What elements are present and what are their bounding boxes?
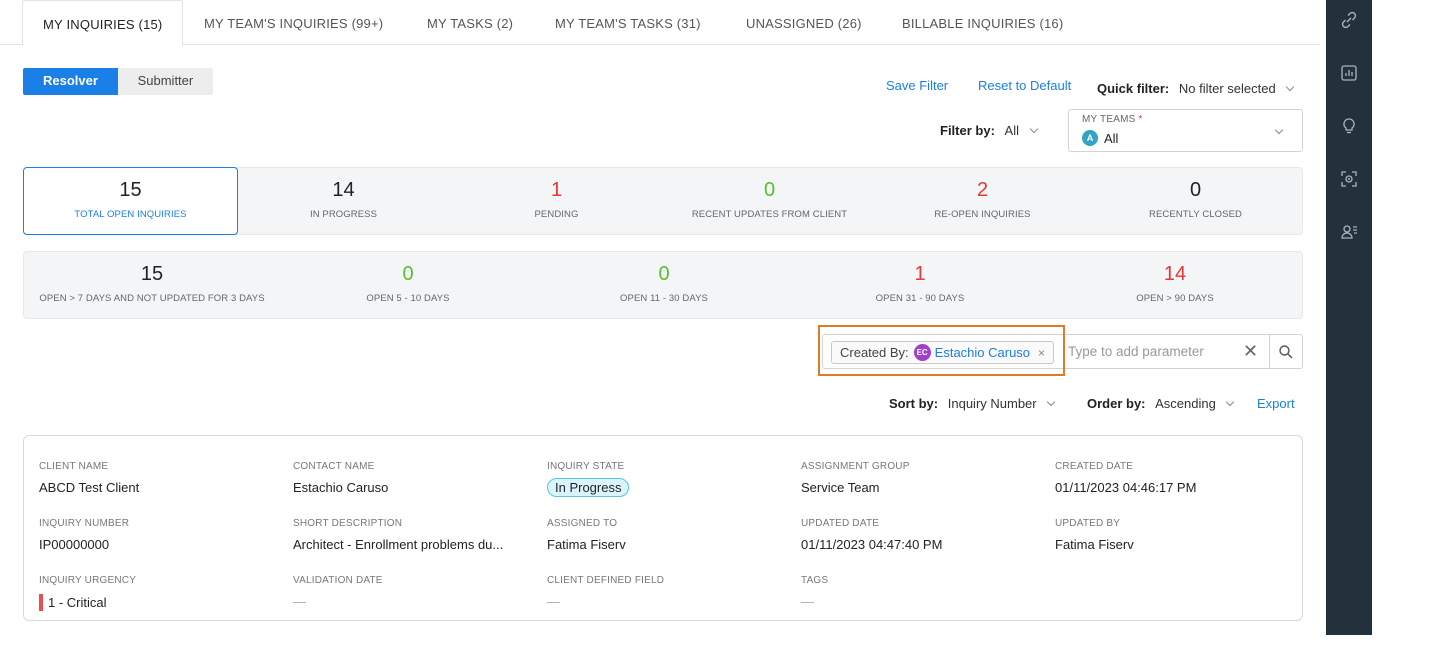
tab-unassigned[interactable]: UNASSIGNED (26) (746, 0, 862, 45)
field-client-name: CLIENT NAME ABCD Test Client (39, 461, 140, 495)
status-badge: In Progress (547, 478, 630, 497)
stat-value: 15 (140, 263, 164, 285)
stat-value: 14 (1163, 263, 1187, 285)
stat-label: PENDING (534, 209, 579, 220)
link-icon[interactable] (1339, 10, 1359, 30)
field-inquiry-urgency: INQUIRY URGENCY 1 - Critical (39, 575, 137, 611)
field-assignment-group: ASSIGNMENT GROUP Service Team (801, 461, 910, 495)
order-by-value: Ascending (1155, 396, 1216, 411)
inquiry-record-card[interactable]: CLIENT NAME ABCD Test Client CONTACT NAM… (23, 435, 1303, 621)
tab-my-teams-inquiries[interactable]: MY TEAM'S INQUIRIES (99+) (204, 0, 383, 45)
tab-my-tasks[interactable]: MY TASKS (2) (427, 0, 513, 45)
filter-by-label: Filter by: (940, 123, 995, 138)
field-inquiry-state: INQUIRY STATE In Progress (547, 461, 630, 497)
stat-value: 0 (402, 263, 414, 285)
stat-label: OPEN 11 - 30 DAYS (620, 293, 708, 304)
divider (1269, 335, 1270, 368)
highlight-box (818, 325, 1065, 376)
inquiry-status-summary: 15 TOTAL OPEN INQUIRIES 14 IN PROGRESS 1… (23, 167, 1303, 235)
field-short-description: SHORT DESCRIPTION Architect - Enrollment… (293, 518, 504, 552)
clear-icon[interactable]: ✕ (1243, 341, 1258, 362)
field-inquiry-number: INQUIRY NUMBER IP00000000 (39, 518, 130, 552)
stat-label: RECENT UPDATES FROM CLIENT (691, 209, 848, 220)
stat-reopen-inquiries[interactable]: 2 RE-OPEN INQUIRIES (876, 168, 1089, 234)
export-link[interactable]: Export (1257, 396, 1295, 411)
stat-value: 2 (976, 179, 989, 201)
stat-label: OPEN > 90 DAYS (1136, 293, 1214, 304)
stat-label: RECENTLY CLOSED (1148, 209, 1242, 220)
stat-open-over-90-days[interactable]: 14 OPEN > 90 DAYS (1048, 252, 1302, 318)
stat-value: 0 (763, 179, 776, 201)
stat-pending[interactable]: 1 PENDING (450, 168, 663, 234)
lightbulb-icon[interactable] (1339, 116, 1359, 136)
chevron-down-icon (1226, 397, 1235, 407)
stat-open-5-10-days[interactable]: 0 OPEN 5 - 10 DAYS (280, 252, 536, 318)
stat-value: 15 (119, 179, 142, 201)
my-teams-select[interactable]: MY TEAMS * A All (1068, 109, 1303, 152)
chart-icon[interactable] (1339, 63, 1359, 83)
filter-by-value: All (1004, 123, 1019, 138)
save-filter-link[interactable]: Save Filter (886, 78, 948, 93)
stat-recent-updates-from-client[interactable]: 0 RECENT UPDATES FROM CLIENT (663, 168, 876, 234)
stat-in-progress[interactable]: 14 IN PROGRESS (237, 168, 450, 234)
stat-open-31-90-days[interactable]: 1 OPEN 31 - 90 DAYS (792, 252, 1048, 318)
sort-by-dropdown[interactable]: Sort by: Inquiry Number (889, 396, 1056, 411)
team-avatar: A (1082, 130, 1098, 146)
user-list-icon[interactable] (1339, 222, 1359, 242)
field-tags: TAGS — (801, 575, 829, 609)
stat-open-7-days-not-updated[interactable]: 15 OPEN > 7 DAYS AND NOT UPDATED FOR 3 D… (24, 252, 280, 318)
tab-my-inquiries[interactable]: MY INQUIRIES (15) (22, 0, 184, 46)
stat-value: 0 (1189, 179, 1202, 201)
stat-label: IN PROGRESS (309, 209, 378, 220)
field-validation-date: VALIDATION DATE — (293, 575, 383, 609)
tab-billable-inquiries[interactable]: BILLABLE INQUIRIES (16) (902, 0, 1063, 45)
resolver-button[interactable]: Resolver (23, 68, 118, 95)
field-assigned-to: ASSIGNED TO Fatima Fiserv (547, 518, 626, 552)
stat-label: TOTAL OPEN INQUIRIES (74, 209, 187, 220)
inquiry-age-summary: 15 OPEN > 7 DAYS AND NOT UPDATED FOR 3 D… (23, 251, 1303, 319)
inquiry-tabs: MY INQUIRIES (15) MY TEAM'S INQUIRIES (9… (0, 0, 1320, 46)
quick-filter-value: No filter selected (1178, 81, 1276, 96)
stat-open-11-30-days[interactable]: 0 OPEN 11 - 30 DAYS (536, 252, 792, 318)
filter-by-dropdown[interactable]: Filter by: All (940, 123, 1038, 138)
stat-total-open-inquiries[interactable]: 15 TOTAL OPEN INQUIRIES (23, 167, 238, 235)
focus-icon[interactable] (1339, 169, 1359, 189)
role-toggle: Resolver Submitter (23, 68, 213, 95)
stat-label: OPEN 31 - 90 DAYS (875, 293, 965, 304)
field-created-date: CREATED DATE 01/11/2023 04:46:17 PM (1055, 461, 1197, 495)
chevron-down-icon (1029, 124, 1038, 134)
stat-recently-closed[interactable]: 0 RECENTLY CLOSED (1089, 168, 1302, 234)
my-teams-value-text: All (1104, 130, 1119, 146)
search-icon[interactable] (1278, 344, 1294, 360)
right-tool-sidebar (1326, 0, 1372, 635)
stat-label: RE-OPEN INQUIRIES (934, 209, 1031, 220)
stat-value: 1 (914, 263, 926, 285)
field-contact-name: CONTACT NAME Estachio Caruso (293, 461, 389, 495)
tab-my-teams-tasks[interactable]: MY TEAM'S TASKS (31) (555, 0, 701, 45)
field-updated-by: UPDATED BY Fatima Fiserv (1055, 518, 1134, 552)
field-updated-date: UPDATED DATE 01/11/2023 04:47:40 PM (801, 518, 943, 552)
chevron-down-icon (1047, 397, 1056, 407)
stat-label: OPEN 5 - 10 DAYS (366, 293, 450, 304)
reset-to-default-link[interactable]: Reset to Default (978, 78, 1071, 93)
stat-value: 14 (332, 179, 355, 201)
chevron-down-icon (1286, 82, 1295, 92)
sort-by-value: Inquiry Number (947, 396, 1037, 411)
stat-label: OPEN > 7 DAYS AND NOT UPDATED FOR 3 DAYS (39, 293, 265, 304)
stat-value: 0 (658, 263, 670, 285)
urgency-indicator (39, 594, 43, 611)
order-by-dropdown[interactable]: Order by: Ascending (1087, 396, 1235, 411)
sort-by-label: Sort by: (889, 396, 939, 411)
submitter-button[interactable]: Submitter (117, 68, 213, 95)
my-teams-value: A All (1082, 130, 1118, 146)
stat-value: 1 (550, 179, 563, 201)
quick-filter-label: Quick filter: (1097, 81, 1170, 96)
order-by-label: Order by: (1087, 396, 1146, 411)
parameter-input[interactable]: Type to add parameter (1068, 344, 1204, 359)
my-teams-caption: MY TEAMS * (1082, 114, 1143, 125)
quick-filter-dropdown[interactable]: Quick filter: No filter selected (1097, 81, 1295, 96)
chevron-down-icon (1274, 125, 1284, 135)
field-client-defined-field: CLIENT DEFINED FIELD — (547, 575, 665, 609)
